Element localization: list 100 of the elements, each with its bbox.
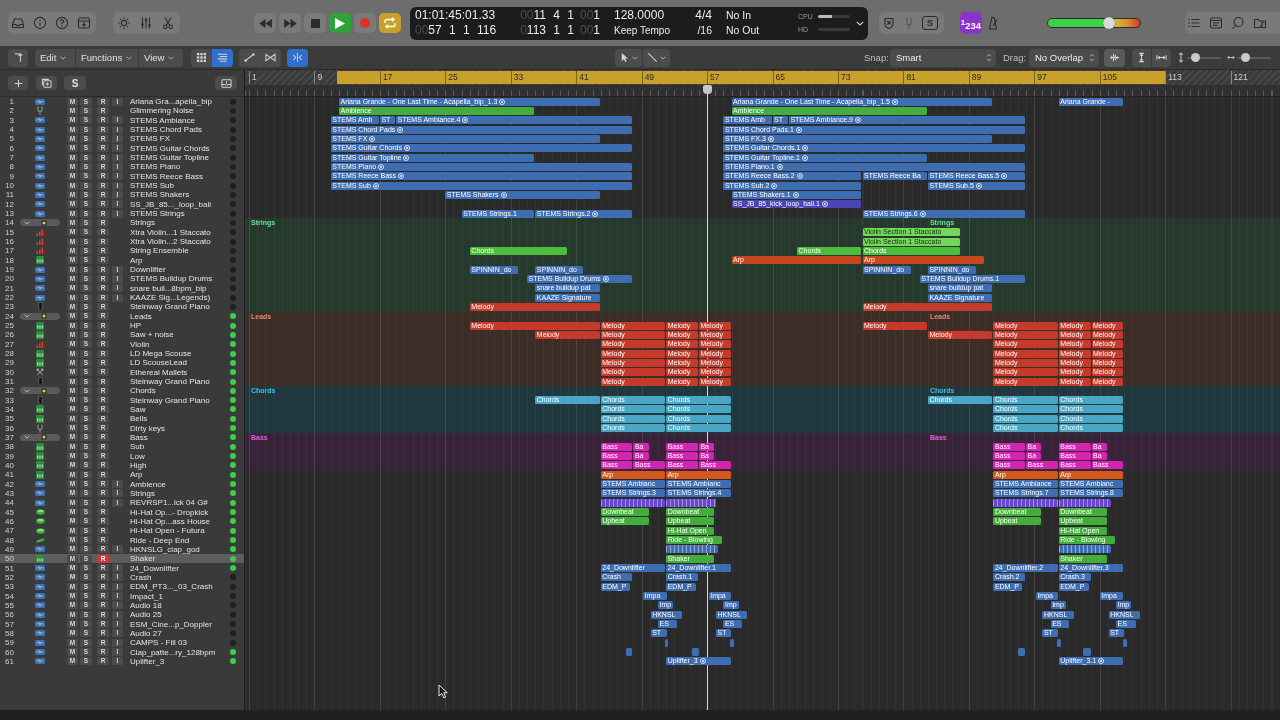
track-number: 56: [4, 610, 14, 620]
track-number: 48: [4, 535, 14, 545]
sliders-icon[interactable]: [139, 16, 153, 30]
region[interactable]: [1123, 638, 1127, 647]
notepad-icon[interactable]: [1209, 16, 1223, 30]
ring-icon: [602, 275, 609, 282]
volume-slider[interactable]: [1047, 16, 1141, 30]
folder-toggle[interactable]: [20, 387, 60, 395]
folder-toggle[interactable]: [20, 312, 60, 320]
list-view-button[interactable]: [212, 48, 233, 67]
grid-button[interactable]: [191, 48, 212, 67]
cycle-button[interactable]: [379, 13, 401, 33]
vertical-fit-button[interactable]: [1132, 48, 1151, 67]
waveform-icon: [35, 191, 45, 198]
menu-button[interactable]: Functions: [76, 48, 138, 67]
region[interactable]: [666, 498, 716, 507]
back-button[interactable]: [8, 48, 28, 67]
tool-menu[interactable]: [643, 48, 670, 67]
waveform-icon: [35, 499, 45, 506]
diagonal-line-icon: [647, 52, 658, 63]
region[interactable]: [600, 498, 666, 507]
slider-thumb[interactable]: [1240, 52, 1250, 62]
ring-icon: [792, 191, 799, 198]
track-number: 49: [4, 544, 14, 554]
cycle-arrows-icon: [383, 17, 397, 29]
region[interactable]: [666, 545, 718, 554]
waveform-icon: [35, 639, 45, 646]
menu-button[interactable]: View: [139, 48, 183, 67]
metronome-icon[interactable]: [986, 16, 1000, 30]
waveform-zoom-button[interactable]: [1104, 48, 1125, 67]
zoom-slider[interactable]: [1187, 52, 1221, 63]
pointer-tool-menu[interactable]: [615, 48, 642, 67]
region[interactable]: [664, 638, 668, 647]
track-name: Impact_1: [130, 591, 164, 601]
keyboard-icon: [36, 554, 44, 563]
track-number: 11: [4, 190, 14, 200]
ring-icon: [767, 135, 774, 142]
info-icon[interactable]: [33, 16, 47, 30]
automation-button[interactable]: [239, 48, 260, 67]
track-name: STEMS Shakers: [130, 190, 191, 200]
flex-button[interactable]: [260, 48, 281, 67]
region[interactable]: [1017, 648, 1026, 656]
track-name: Saw + noise: [130, 330, 175, 340]
track-name: Chords: [130, 386, 157, 396]
folder-icon[interactable]: [1253, 16, 1267, 30]
zoom-slider[interactable]: [1237, 52, 1271, 63]
folder-toggle[interactable]: [20, 433, 60, 441]
region[interactable]: [729, 638, 734, 647]
fast-forward-button[interactable]: [279, 13, 301, 33]
region[interactable]: [993, 498, 1058, 507]
add-track-button[interactable]: [8, 76, 28, 90]
bar-number: 89: [968, 71, 982, 84]
catch-button[interactable]: [287, 48, 308, 67]
solo-mode-button[interactable]: S: [64, 76, 86, 90]
sun-icon[interactable]: [117, 16, 131, 30]
horizontal-fit-button[interactable]: [1152, 48, 1171, 67]
chevron-down-icon: [126, 55, 133, 60]
track-number: 35: [4, 414, 14, 424]
count-in-button[interactable]: $^{1}$234: [960, 12, 982, 34]
menu-button[interactable]: Edit: [35, 48, 75, 67]
midi-out-label: No Out: [726, 23, 761, 38]
mode-button[interactable]: S: [922, 16, 938, 30]
shield-icon[interactable]: [882, 16, 896, 30]
track-number: 14: [4, 218, 14, 228]
list-icon[interactable]: [1187, 16, 1201, 30]
folder-toggle[interactable]: [20, 219, 60, 227]
region[interactable]: [626, 648, 633, 656]
track-number: 6: [8, 143, 14, 153]
track-name: Xtra Violin...1 Staccato: [130, 227, 212, 237]
ring-icon: [378, 163, 385, 170]
track-name: Arp: [130, 255, 144, 265]
track-name: Arp: [130, 470, 144, 480]
region[interactable]: [1058, 498, 1111, 507]
track-number: 40: [4, 460, 14, 470]
drawer-icon[interactable]: [11, 16, 25, 30]
snap-dropdown[interactable]: Smart: [890, 48, 996, 67]
track-number: 38: [4, 442, 14, 452]
track-number: 33: [4, 395, 14, 405]
drag-dropdown[interactable]: No Overlap: [1029, 48, 1099, 67]
track-name: SS_JB_85..._loop_bali: [130, 199, 212, 209]
scissors-icon[interactable]: [161, 16, 175, 30]
bar-number: 113: [1165, 71, 1182, 84]
right-locator-readout: 0113 1 1: [520, 23, 574, 38]
chevron-down-icon[interactable]: [856, 20, 864, 26]
curve-icon: [244, 52, 255, 63]
play-button[interactable]: [329, 13, 351, 33]
magnifier-icon[interactable]: [1231, 16, 1245, 30]
slider-thumb[interactable]: [1190, 52, 1200, 62]
chevron-down-icon: [660, 55, 666, 60]
region[interactable]: [1058, 545, 1111, 554]
rewind-button[interactable]: [254, 13, 276, 33]
help-icon[interactable]: [55, 16, 69, 30]
track-number: 17: [4, 246, 14, 256]
bar-number: 121: [1230, 71, 1248, 84]
global-tracks-button[interactable]: [215, 76, 237, 90]
stop-button[interactable]: [304, 13, 326, 33]
track-name: 24_Downlifter: [130, 563, 180, 573]
duplicate-track-button[interactable]: [36, 76, 57, 90]
track-number: 9: [8, 171, 14, 181]
region[interactable]: [1057, 638, 1062, 647]
